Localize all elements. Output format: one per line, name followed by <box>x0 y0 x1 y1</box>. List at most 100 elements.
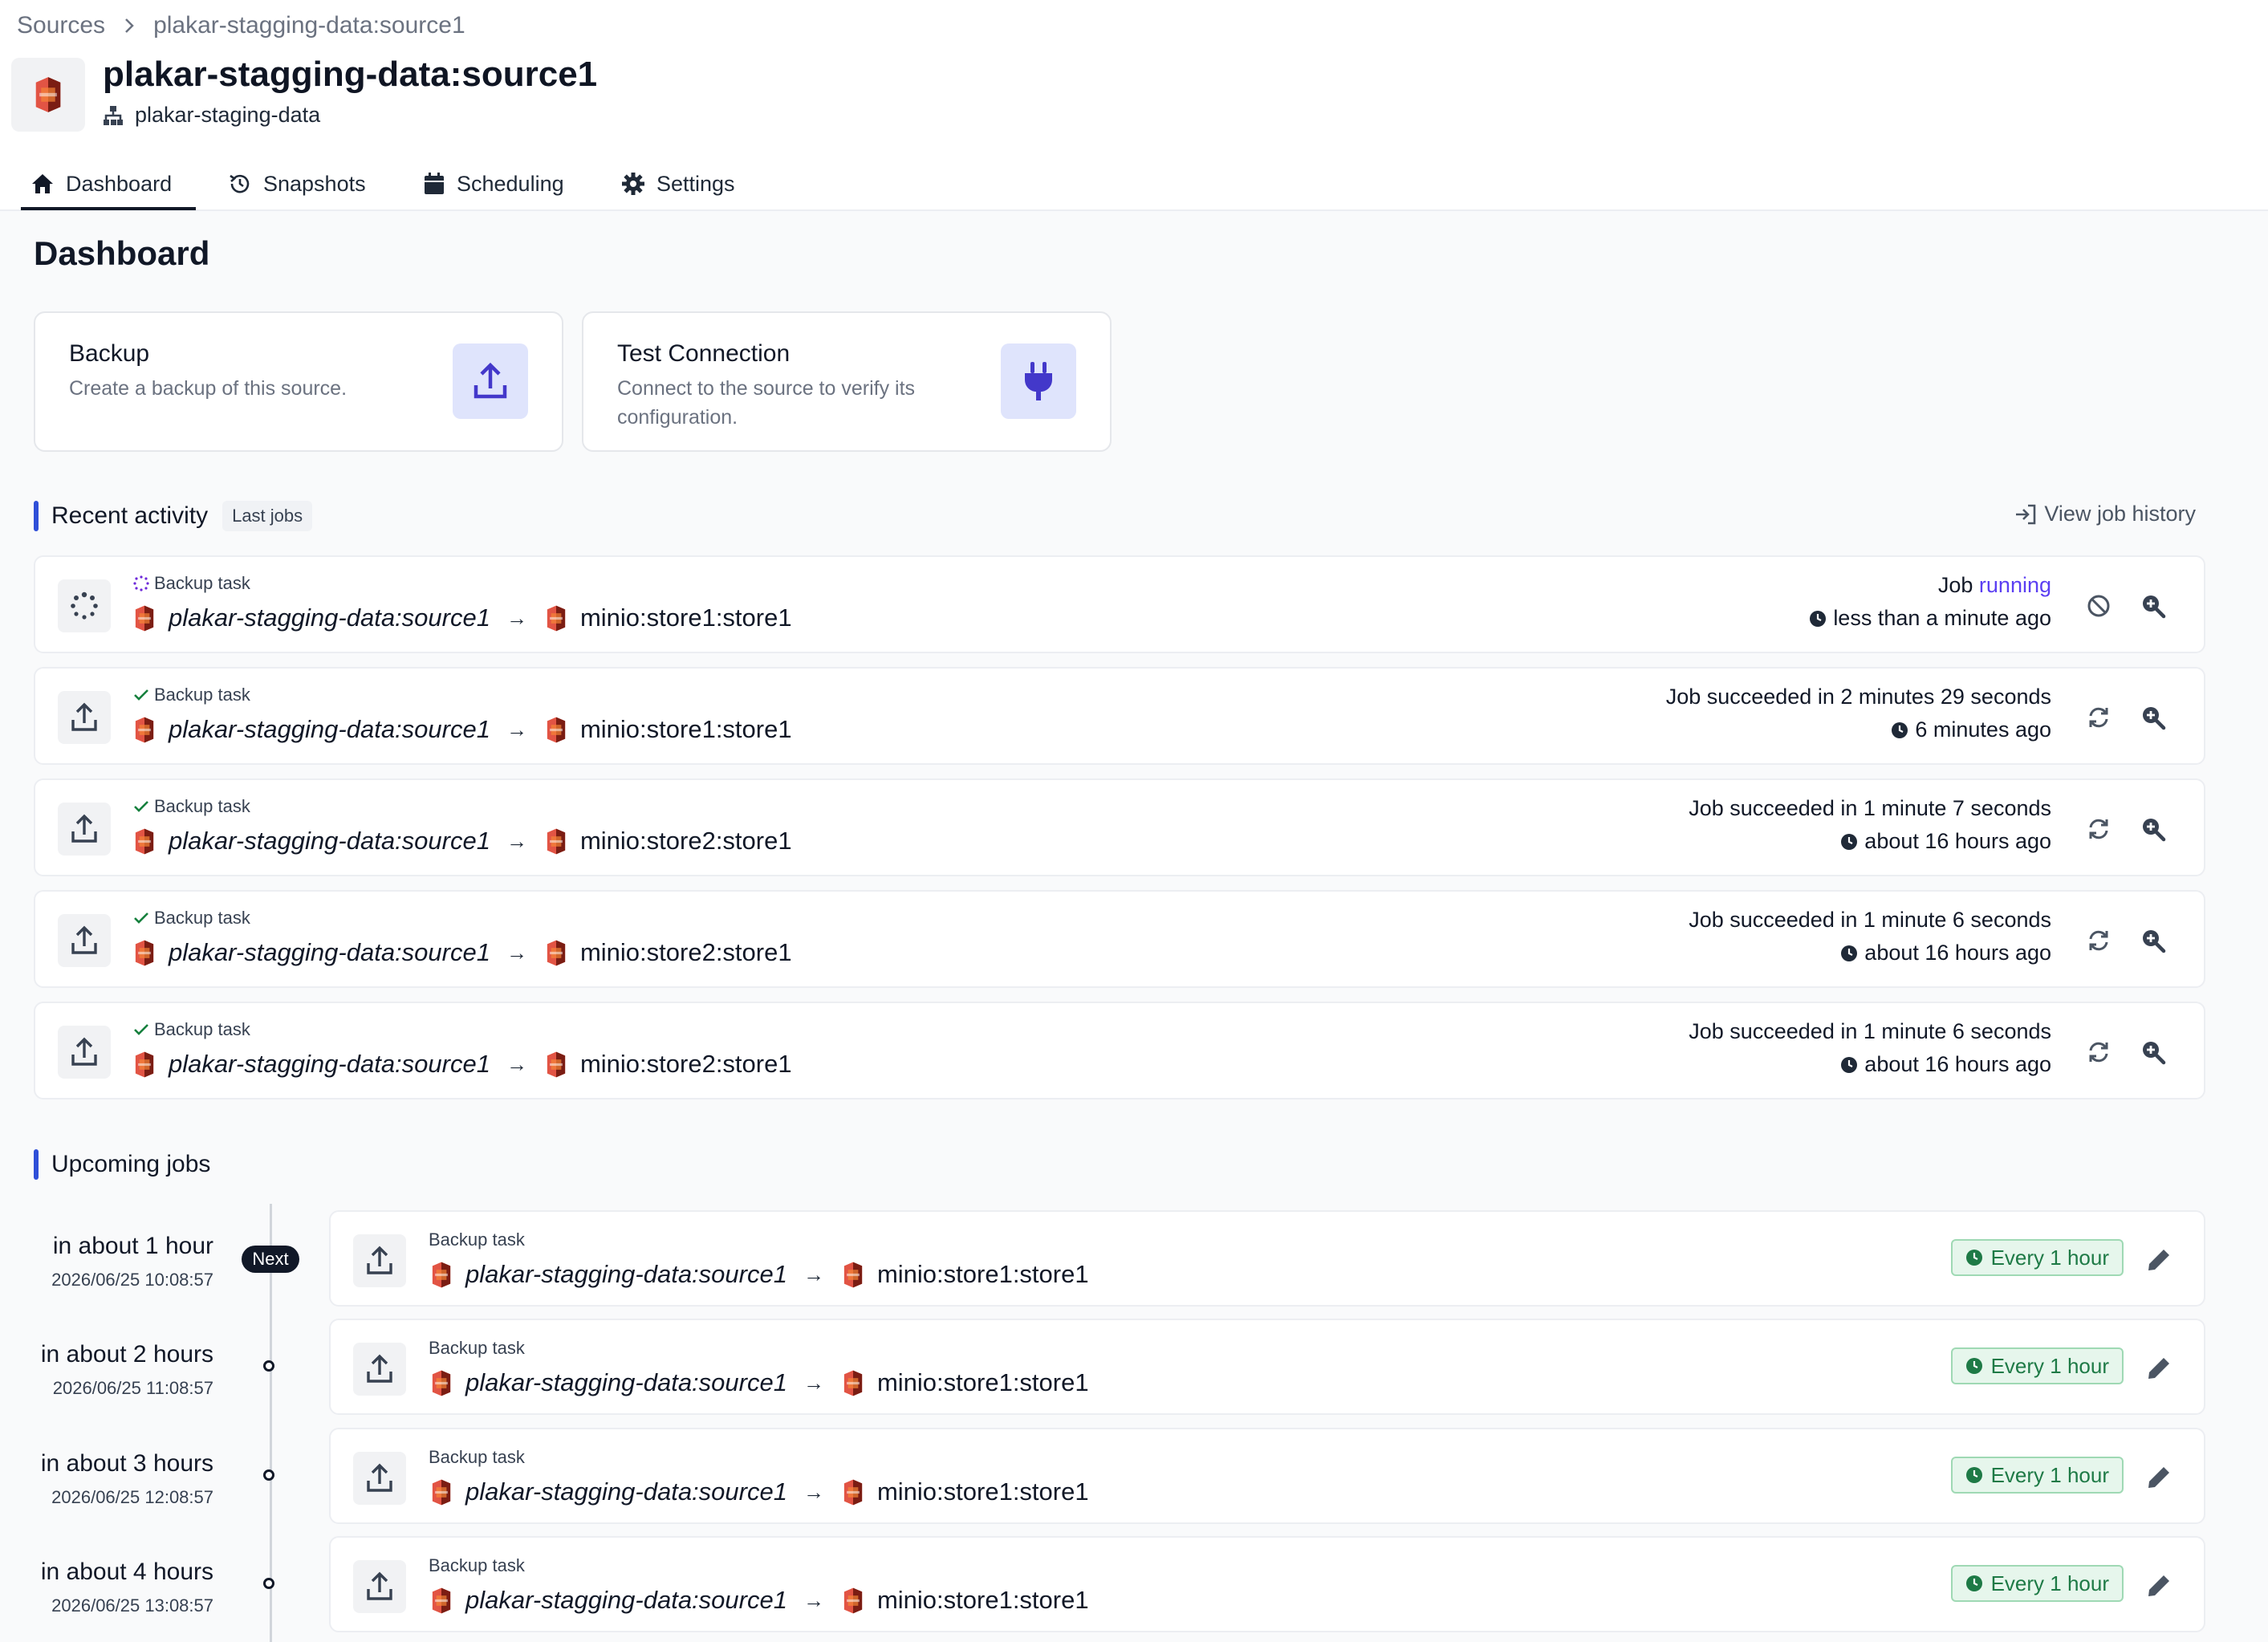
test-connection-description: Connect to the source to verify its conf… <box>617 377 916 429</box>
s3-bucket-icon <box>432 1370 451 1396</box>
job-type-icon <box>58 803 111 856</box>
edit-schedule-button[interactable] <box>2143 1352 2175 1384</box>
frequency-badge: Every 1 hour <box>1950 1347 2124 1384</box>
test-connection-button[interactable] <box>1001 343 1076 419</box>
test-connection-title: Test Connection <box>617 340 791 367</box>
test-connection-card[interactable]: Test Connection Connect to the source to… <box>582 311 1112 452</box>
edit-schedule-button[interactable] <box>2143 1244 2175 1276</box>
tab-scheduling[interactable]: Scheduling <box>423 157 564 210</box>
clock-icon <box>1841 833 1858 850</box>
task-type: Backup task <box>154 685 250 705</box>
job-type-icon <box>58 1026 111 1079</box>
inspect-job-button[interactable] <box>2138 925 2168 956</box>
frequency-label: Every 1 hour <box>1990 1353 2109 1378</box>
edit-icon <box>2148 1467 2169 1488</box>
backup-card[interactable]: Backup Create a backup of this source. <box>34 311 563 452</box>
cancel-icon <box>2087 595 2110 617</box>
source-name: plakar-stagging-data:source1 <box>465 1477 787 1506</box>
arrow-right-icon: → <box>506 940 527 965</box>
job-time: about 16 hours ago <box>1864 1052 2051 1076</box>
s3-bucket-icon <box>547 717 566 742</box>
job-status: Job succeeded in 1 minute 6 seconds about… <box>1689 908 2051 965</box>
s3-bucket-icon <box>547 940 566 965</box>
check-icon <box>134 912 148 924</box>
job-status: Job running less than a minute ago <box>1809 573 2051 631</box>
retry-job-button[interactable] <box>2083 925 2114 956</box>
upcoming-date: 2026/06/25 13:08:57 <box>51 1595 213 1616</box>
history-icon <box>230 174 250 193</box>
inspect-job-button[interactable] <box>2138 591 2168 621</box>
job-route: plakar-stagging-data:source1 → minio:store… <box>429 1477 1089 1506</box>
tab-snapshots[interactable]: Snapshots <box>228 157 366 210</box>
job-type-icon <box>58 914 111 967</box>
recent-job-card: Backup task plakar-stagging-data:source1 →… <box>34 1002 2205 1099</box>
active-tab-indicator <box>21 207 197 210</box>
job-type-icon <box>353 1560 406 1613</box>
edit-icon <box>2148 1358 2169 1379</box>
inspect-job-button[interactable] <box>2138 1037 2168 1067</box>
destination-name: minio:store2:store1 <box>579 938 792 966</box>
inspect-job-button[interactable] <box>2138 702 2168 733</box>
check-icon <box>134 689 148 701</box>
check-icon <box>134 1024 148 1035</box>
job-status: Job succeeded in 1 minute 6 seconds about… <box>1689 1019 2051 1077</box>
arrow-right-icon: → <box>803 1479 824 1504</box>
breadcrumb-sources-link[interactable]: Sources <box>17 12 105 39</box>
s3-bucket-icon <box>843 1479 863 1505</box>
s3-bucket-icon <box>432 1479 451 1505</box>
timeline-dot <box>263 1360 274 1372</box>
upload-icon <box>367 1246 392 1274</box>
tab-label: Settings <box>656 171 735 196</box>
destination-name: minio:store1:store1 <box>579 604 792 632</box>
upcoming-job-card: Backup task plakar-stagging-data:source1 →… <box>329 1428 2205 1524</box>
s3-bucket-icon <box>135 1051 154 1077</box>
s3-bucket-icon <box>432 1262 451 1287</box>
upcoming-job-card: Backup task plakar-stagging-data:source1 →… <box>329 1319 2205 1415</box>
upload-icon <box>367 1354 392 1383</box>
view-job-history-link[interactable]: View job history <box>2014 502 2196 526</box>
recent-job-card: Backup task plakar-stagging-data:source1 →… <box>34 667 2205 765</box>
clock-icon <box>1965 1250 1982 1266</box>
upload-icon <box>71 814 97 843</box>
retry-job-button[interactable] <box>2083 1037 2114 1067</box>
edit-schedule-button[interactable] <box>2143 1570 2175 1602</box>
backup-button[interactable] <box>453 343 528 419</box>
subtitle-text: plakar-staging-data <box>135 103 321 127</box>
s3-bucket-icon <box>547 828 566 854</box>
clock-icon <box>1892 721 1908 738</box>
cancel-job-button[interactable] <box>2083 591 2114 621</box>
upload-icon <box>474 362 507 399</box>
retry-icon <box>2089 819 2108 839</box>
task-type: Backup task <box>429 1555 525 1575</box>
retry-job-button[interactable] <box>2083 702 2114 733</box>
arrow-right-icon: → <box>506 828 527 853</box>
task-type: Backup task <box>154 573 250 593</box>
s3-logo-icon <box>11 58 85 132</box>
tab-dashboard[interactable]: Dashboard <box>21 157 197 210</box>
tab-settings[interactable]: Settings <box>621 157 735 210</box>
job-route: plakar-stagging-data:source1 → minio:store… <box>429 1586 1089 1615</box>
destination-name: minio:store1:store1 <box>876 1260 1089 1288</box>
retry-job-button[interactable] <box>2083 814 2114 844</box>
sign-in-icon <box>2016 504 2036 524</box>
arrow-right-icon: → <box>506 717 527 742</box>
task-type: Backup task <box>154 1019 250 1039</box>
job-time: about 16 hours ago <box>1864 941 2051 965</box>
status-text: Job succeeded in 1 minute 6 seconds <box>1689 1019 2051 1043</box>
arrow-right-icon: → <box>506 1051 527 1076</box>
source-name: plakar-stagging-data:source1 <box>465 1586 787 1614</box>
inspect-job-button[interactable] <box>2138 814 2168 844</box>
edit-schedule-button[interactable] <box>2143 1461 2175 1494</box>
timeline-dot <box>263 1469 274 1481</box>
status-text: Job <box>1937 573 1979 597</box>
destination-name: minio:store2:store1 <box>579 827 792 855</box>
sitemap-icon <box>104 105 123 125</box>
upcoming-date: 2026/06/25 12:08:57 <box>51 1487 213 1507</box>
tab-label: Snapshots <box>263 171 366 196</box>
job-route: plakar-stagging-data:source1 → minio:store… <box>132 938 792 967</box>
recent-activity-title: Recent activity <box>51 502 209 529</box>
job-status: Job succeeded in 2 minutes 29 seconds 6 m… <box>1666 685 2051 742</box>
retry-icon <box>2089 707 2108 728</box>
job-type-icon <box>353 1452 406 1505</box>
source-name: plakar-stagging-data:source1 <box>169 1050 490 1078</box>
